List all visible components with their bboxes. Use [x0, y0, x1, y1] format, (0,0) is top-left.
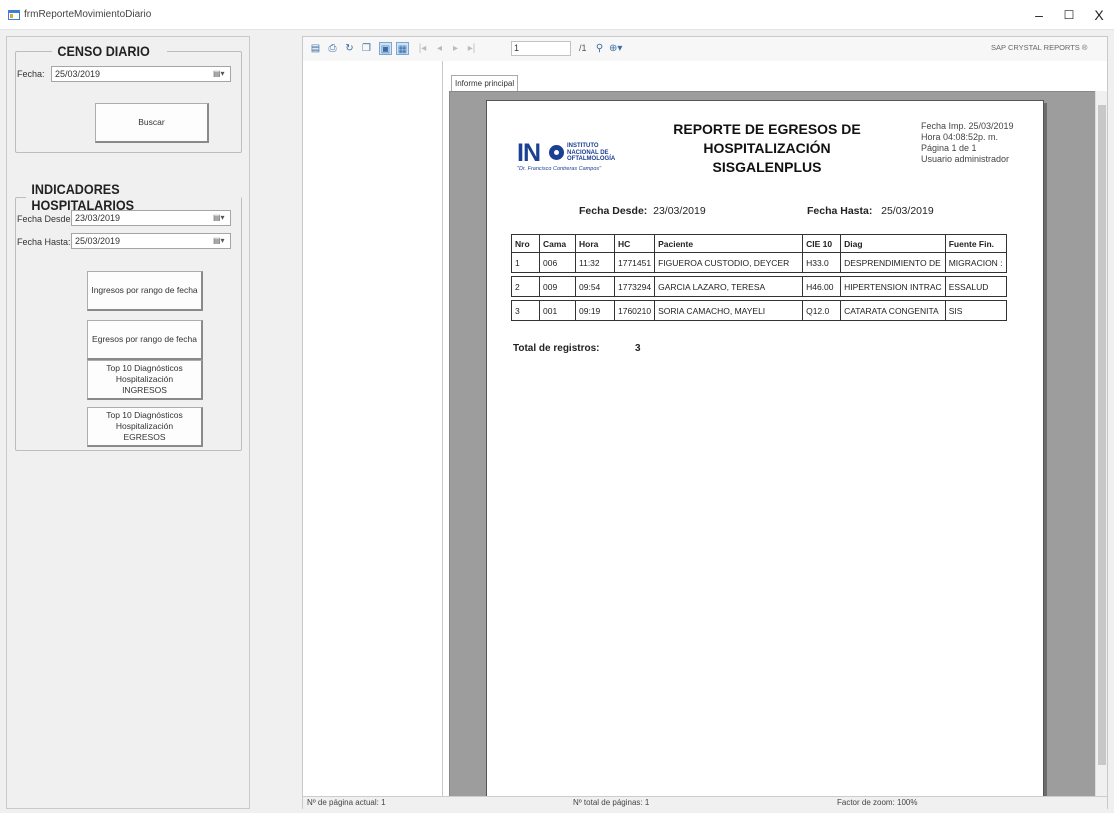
page-count-text: /1	[579, 43, 587, 53]
column-header: Hora	[575, 234, 615, 253]
viewer-toolbar: ▤ ⎙ ↻ ❐ ▣ ▦ |◂ ◂ ▸ ▸| 1 /1 ⚲ ⊕▾ SAP CRYS…	[303, 37, 1107, 61]
fecha-desde-date-picker[interactable]: 23/03/2019 ▤▾	[71, 210, 231, 226]
calendar-dropdown-icon[interactable]: ▤▾	[213, 236, 227, 246]
column-header: Diag	[840, 234, 946, 253]
column-header: Paciente	[654, 234, 804, 253]
refresh-icon[interactable]: ↻	[343, 42, 356, 55]
fecha-label: Fecha:	[17, 69, 45, 79]
viewer-status-bar: Nº de página actual: 1 Nº total de págin…	[303, 796, 1107, 809]
sap-brand: SAP CRYSTAL REPORTS ®	[991, 43, 1088, 52]
column-header: HC	[613, 234, 656, 253]
calendar-dropdown-icon[interactable]: ▤▾	[213, 213, 227, 223]
toggle-group-tree-icon[interactable]: ▣	[379, 42, 392, 55]
ingresos-rango-button[interactable]: Ingresos por rango de fecha	[87, 271, 203, 311]
total-registros-value: 3	[635, 343, 641, 354]
close-button[interactable]: X	[1084, 0, 1114, 30]
status-total-pages: Nº total de páginas: 1	[573, 798, 650, 807]
ino-logo: IN INSTITUTO NACIONAL DE OFTALMOLOGÍA "D…	[517, 139, 616, 173]
fecha-desde-label: Fecha Desde:	[17, 214, 74, 224]
zoom-icon[interactable]: ⊕▾	[609, 42, 622, 55]
fecha-hasta-value: 25/03/2019	[75, 236, 121, 246]
total-registros: Total de registros: 3	[513, 343, 641, 354]
eye-icon	[549, 145, 564, 160]
copy-icon[interactable]: ❐	[360, 42, 373, 55]
status-current-page: Nº de página actual: 1	[307, 798, 386, 807]
group-tree-panel[interactable]	[303, 61, 443, 809]
tab-informe-principal[interactable]: Informe principal	[451, 75, 519, 92]
status-zoom: Factor de zoom: 100%	[837, 798, 918, 807]
fecha-hasta-date-picker[interactable]: 25/03/2019 ▤▾	[71, 233, 231, 249]
report-title: REPORTE DE EGRESOS DE HOSPITALIZACIÓN SI…	[673, 121, 861, 175]
report-fecha-desde: Fecha Desde: 23/03/2019	[579, 205, 706, 217]
previous-page-icon[interactable]: ◂	[433, 42, 446, 55]
column-header: CIE 10	[802, 234, 842, 253]
left-panel: CENSO DIARIO Fecha: 25/03/2019 ▤▾ Buscar…	[6, 36, 250, 809]
maximize-button[interactable]: ☐	[1054, 0, 1084, 30]
last-page-icon[interactable]: ▸|	[465, 42, 478, 55]
minimize-button[interactable]: –	[1024, 0, 1054, 30]
toggle-parameter-panel-icon[interactable]: ▦	[396, 42, 409, 55]
column-header: Fuente Fin.	[944, 234, 1007, 253]
next-page-icon[interactable]: ▸	[449, 42, 462, 55]
fecha-hasta-label: Fecha Hasta:	[17, 237, 71, 247]
report-document-area[interactable]: IN INSTITUTO NACIONAL DE OFTALMOLOGÍA "D…	[449, 91, 1097, 800]
column-header: Nro	[511, 234, 540, 253]
title-bar: frmReporteMovimientoDiario – ☐ X	[0, 0, 1114, 30]
print-icon[interactable]: ⎙	[326, 42, 339, 55]
fecha-date-picker[interactable]: 25/03/2019 ▤▾	[51, 66, 231, 82]
egresos-table: Nro Cama Hora HC Paciente CIE 10 Diag Fu…	[511, 234, 1007, 321]
first-page-icon[interactable]: |◂	[416, 42, 429, 55]
page-number-input[interactable]: 1	[511, 41, 571, 56]
table-row: 3 001 09:19 1760210 SORIA CAMACHO, MAYELI Q1…	[511, 300, 1007, 321]
censo-diario-legend: CENSO DIARIO	[57, 43, 150, 59]
egresos-rango-button[interactable]: Egresos por rango de fecha	[87, 320, 203, 360]
column-header: Cama	[539, 234, 576, 253]
report-viewer: ▤ ⎙ ↻ ❐ ▣ ▦ |◂ ◂ ▸ ▸| 1 /1 ⚲ ⊕▾ SAP CRYS…	[302, 36, 1108, 809]
table-row: 2 009 09:54 1773294 GARCIA LAZARO, TERESA H4…	[511, 276, 1007, 297]
usuario-info: Usuario administrador	[921, 154, 1010, 164]
export-icon[interactable]: ▤	[309, 42, 322, 55]
buscar-button[interactable]: Buscar	[95, 103, 209, 143]
report-fecha-hasta: Fecha Hasta: 25/03/2019	[807, 205, 934, 217]
scrollbar-thumb[interactable]	[1098, 105, 1106, 765]
fecha-desde-value: 23/03/2019	[75, 213, 121, 223]
top10-egresos-button[interactable]: Top 10 Diagnósticos Hospitalización EGRE…	[87, 407, 203, 447]
indicadores-legend: INDICADORES HOSPITALARIOS	[31, 181, 135, 213]
window-title: frmReporteMovimientoDiario	[24, 9, 152, 20]
find-icon[interactable]: ⚲	[593, 42, 606, 55]
fecha-impresion: Fecha Imp. 25/03/2019	[921, 121, 1014, 131]
report-page: IN INSTITUTO NACIONAL DE OFTALMOLOGÍA "D…	[486, 100, 1044, 800]
hora-impresion: Hora 04:08:52p. m.	[921, 132, 999, 142]
table-row: 1 006 11:32 1771451 FIGUEROA CUSTODIO, DEYC…	[511, 252, 1007, 273]
vertical-scrollbar[interactable]	[1095, 91, 1107, 797]
calendar-dropdown-icon[interactable]: ▤▾	[213, 69, 227, 79]
app-icon	[8, 10, 20, 20]
top10-ingresos-button[interactable]: Top 10 Diagnósticos Hospitalización INGR…	[87, 360, 203, 400]
table-header-row: Nro Cama Hora HC Paciente CIE 10 Diag Fu…	[511, 234, 1007, 253]
pagina-info: Página 1 de 1	[921, 143, 977, 153]
fecha-value: 25/03/2019	[55, 69, 101, 79]
